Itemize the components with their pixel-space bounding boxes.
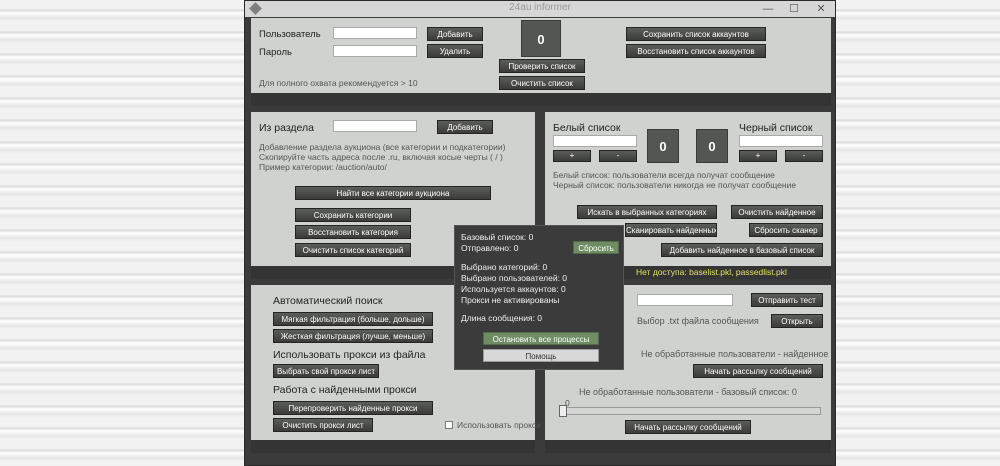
choose-proxy-button[interactable]: Выбрать свой прокси лист bbox=[273, 364, 379, 378]
black-list-input[interactable] bbox=[739, 135, 823, 147]
password-input[interactable] bbox=[333, 45, 417, 57]
add-found-to-base-button[interactable]: Добавить найденное в базовый список bbox=[661, 243, 823, 257]
user-label: Пользователь bbox=[259, 29, 321, 40]
proxy-status: Прокси не активированы bbox=[461, 295, 560, 305]
proxy-file-header: Использовать прокси из файла bbox=[273, 349, 426, 361]
accounts-counter: 0 bbox=[521, 20, 561, 57]
section-hint-3: Пример категории: /auction/auto/ bbox=[259, 162, 387, 172]
clear-list-button[interactable]: Очистить список bbox=[499, 76, 585, 90]
section-input[interactable] bbox=[333, 120, 417, 132]
categories-selected: Выбрано категорий: 0 bbox=[461, 262, 548, 272]
password-label: Пароль bbox=[259, 47, 292, 58]
test-recipient-input[interactable] bbox=[637, 294, 733, 306]
recheck-proxy-button[interactable]: Перепроверить найденные прокси bbox=[273, 401, 433, 415]
reset-button[interactable]: Сбросить bbox=[573, 241, 619, 254]
unprocessed-found-label: Не обработанные пользователи - найденное bbox=[641, 349, 829, 359]
username-input[interactable] bbox=[333, 27, 417, 39]
clear-categories-button[interactable]: Очистить список категорий bbox=[295, 243, 411, 257]
restore-categories-button[interactable]: Восстановить категория bbox=[295, 225, 411, 239]
save-categories-button[interactable]: Сохранить категории bbox=[295, 208, 411, 222]
slider-thumb[interactable] bbox=[559, 405, 567, 417]
auto-search-status-bar bbox=[251, 440, 535, 453]
stop-all-processes-button[interactable]: Остановить все процессы bbox=[483, 332, 599, 345]
add-section-button[interactable]: Добавить bbox=[437, 120, 493, 134]
users-selected: Выбрано пользователей: 0 bbox=[461, 273, 568, 283]
no-access-message: Нет доступа: baselist.pkl, passedlist.pk… bbox=[636, 267, 787, 277]
help-button[interactable]: Помощь bbox=[483, 349, 599, 362]
window-title: 24au informer bbox=[509, 2, 571, 13]
soft-filter-button[interactable]: Мягкая фильтрация (больше, дольше) bbox=[273, 312, 433, 326]
white-list-add-button[interactable]: + bbox=[553, 150, 591, 162]
from-section-label: Из раздела bbox=[259, 122, 315, 134]
sent-count: Отправлено: 0 bbox=[461, 243, 519, 253]
accounts-status-bar bbox=[251, 93, 831, 106]
accounts-used: Используется аккаунтов: 0 bbox=[461, 284, 566, 294]
accounts-hint: Для полного охвата рекомендуется > 10 bbox=[259, 78, 418, 88]
black-list-add-button[interactable]: + bbox=[739, 150, 777, 162]
choose-txt-label: Выбор .txt файла сообщения bbox=[637, 316, 759, 326]
white-list-label: Белый список bbox=[553, 122, 621, 134]
clear-proxy-button[interactable]: Очистить прокси лист bbox=[273, 418, 373, 432]
white-list-counter: 0 bbox=[647, 129, 679, 163]
save-accounts-button[interactable]: Сохранить список аккаунтов bbox=[626, 27, 766, 41]
black-list-counter: 0 bbox=[696, 129, 728, 163]
restore-accounts-button[interactable]: Восстановить список аккаунтов bbox=[626, 44, 766, 58]
accounts-panel: Пользователь Добавить Пароль Удалить Для… bbox=[251, 18, 831, 93]
white-list-input[interactable] bbox=[553, 135, 637, 147]
base-list-slider[interactable] bbox=[559, 407, 821, 415]
close-button[interactable]: ✕ bbox=[807, 1, 835, 17]
black-list-label: Черный список bbox=[739, 122, 813, 134]
auto-search-header: Автоматический поиск bbox=[273, 295, 383, 307]
section-hint-2: Скопируйте часть адреса после .ru, включ… bbox=[259, 152, 503, 162]
minimize-button[interactable]: — bbox=[755, 1, 781, 17]
open-file-button[interactable]: Открыть bbox=[771, 314, 823, 328]
base-list-count: Базовый список: 0 bbox=[461, 232, 534, 242]
clear-found-button[interactable]: Очистить найденное bbox=[731, 205, 823, 219]
hard-filter-button[interactable]: Жесткая фильтрация (лучше, меньше) bbox=[273, 329, 433, 343]
send-test-button[interactable]: Отправить тест bbox=[751, 293, 823, 307]
black-list-remove-button[interactable]: - bbox=[785, 150, 823, 162]
section-hint-1: Добавление раздела аукциона (все категор… bbox=[259, 142, 506, 152]
start-mailing-base-button[interactable]: Начать рассылку сообщений bbox=[625, 420, 751, 434]
black-list-hint: Черный список: пользователи никогда не п… bbox=[553, 180, 797, 190]
use-proxy-label: Использовать прокси bbox=[457, 420, 541, 430]
white-list-remove-button[interactable]: - bbox=[599, 150, 637, 162]
messaging-status-bar bbox=[545, 440, 831, 453]
found-proxy-header: Работа с найденными прокси bbox=[273, 384, 417, 396]
remove-account-button[interactable]: Удалить bbox=[427, 44, 483, 58]
find-all-categories-button[interactable]: Найти все категории аукциона bbox=[295, 186, 491, 200]
check-list-button[interactable]: Проверить список bbox=[499, 59, 585, 73]
add-account-button[interactable]: Добавить bbox=[427, 27, 483, 41]
white-list-hint: Белый список: пользователи всегда получа… bbox=[553, 170, 775, 180]
message-length: Длина сообщения: 0 bbox=[461, 313, 543, 323]
scan-found-button[interactable]: Сканировать найденных bbox=[625, 223, 717, 237]
use-proxy-checkbox[interactable] bbox=[445, 421, 453, 429]
reset-scanner-button[interactable]: Сбросить сканер bbox=[749, 223, 823, 237]
unprocessed-base-label: Не обработанные пользователи - базовый с… bbox=[579, 387, 797, 397]
status-popup: Базовый список: 0 Отправлено: 0 Сбросить… bbox=[454, 225, 624, 370]
start-mailing-found-button[interactable]: Начать рассылку сообщений bbox=[693, 364, 823, 378]
title-bar[interactable]: 24au informer — ☐ ✕ bbox=[245, 1, 835, 17]
maximize-button[interactable]: ☐ bbox=[781, 1, 807, 17]
search-selected-categories-button[interactable]: Искать в выбранных категориях bbox=[577, 205, 717, 219]
